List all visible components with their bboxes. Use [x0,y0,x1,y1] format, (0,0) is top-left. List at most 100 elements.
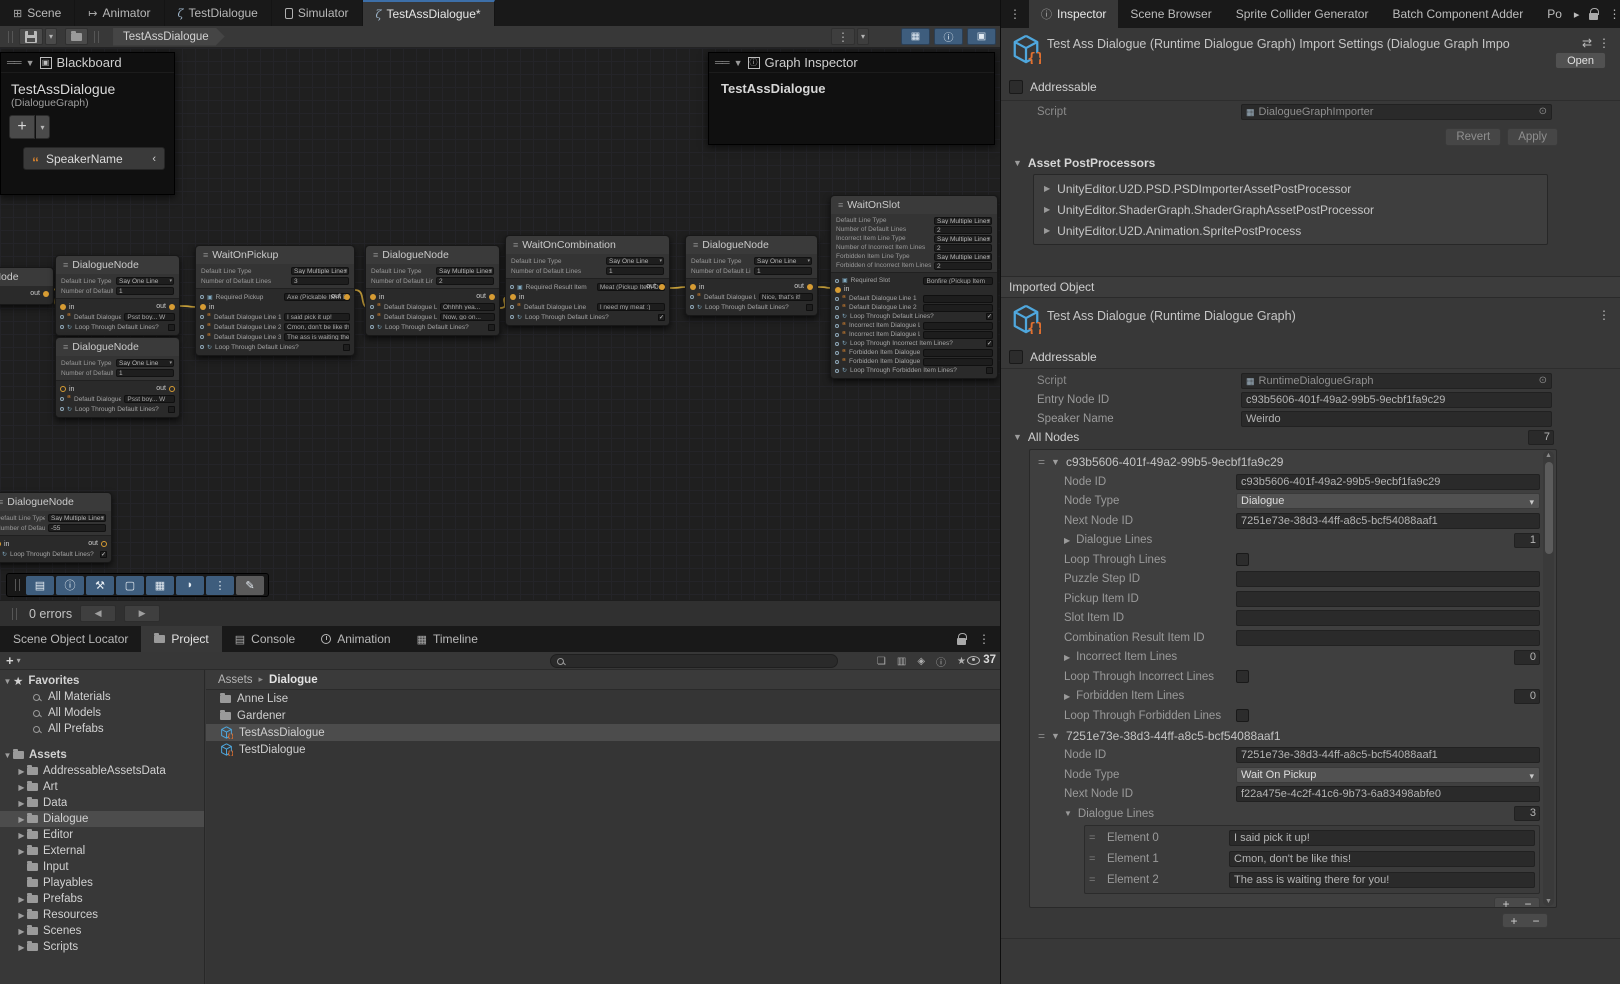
tree-folder-dialogue[interactable]: ▶Dialogue [0,811,204,827]
file-row-testassdialogue[interactable]: {}TestAssDialogue [206,724,1000,741]
drag-handle-icon[interactable]: = [1089,853,1103,865]
line-field[interactable] [923,331,993,339]
previous-error-button[interactable]: ◀ [80,605,116,622]
property-input[interactable]: -55 [48,524,106,532]
port-icon[interactable] [690,295,694,299]
foldout-arrow-icon[interactable]: ▶ [1064,536,1070,545]
tree-folder-input[interactable]: Input [0,859,204,875]
toolbar-drag-handle[interactable] [8,31,13,43]
property-dropdown[interactable]: Say Multiple Lines [48,514,106,522]
inspector-tab-sprite-collider-generator[interactable]: Sprite Collider Generator [1224,0,1381,28]
graph-options-caret[interactable]: ▾ [857,28,869,45]
tree-arrow-icon[interactable]: ▶ [16,767,27,776]
node-title-bar[interactable]: ≡DialogueNode [56,256,179,274]
line-field[interactable] [923,349,993,357]
tab-project[interactable]: Project [141,626,221,652]
port-icon[interactable] [835,342,839,346]
editor-tab-testassdialogue[interactable]: ζTestAssDialogue* [363,0,495,26]
tab-timeline[interactable]: ▦Timeline [404,626,491,652]
graph-toolbar-button-info-icon[interactable]: ⓘ [56,576,84,595]
input-port[interactable] [690,284,696,290]
row-field[interactable] [1236,571,1540,587]
output-port[interactable]: out [88,540,107,547]
blackboard-panel[interactable]: ══ ▼ ▣ Blackboard TestAssDialogue (Dialo… [0,52,175,195]
toggle-minimap-button[interactable]: ▦ [901,28,930,45]
row-field[interactable]: 7251e73e-38d3-44ff-a8c5-bcf54088aaf1 [1236,513,1540,529]
search-by-label-icon[interactable]: ▥ [897,656,906,667]
foldout-arrow-icon[interactable]: ▼ [1064,809,1072,818]
port-icon[interactable] [510,315,514,319]
property-input[interactable]: 3 [291,277,349,285]
array-count-field[interactable]: 0 [1514,650,1540,665]
tree-favorites-root[interactable]: ▼★Favorites [0,673,204,689]
node-checkbox[interactable] [168,406,175,413]
tree-folder-prefabs[interactable]: ▶Prefabs [0,891,204,907]
file-row-testdialogue[interactable]: {}TestDialogue [206,741,1000,758]
tree-arrow-icon[interactable]: ▶ [16,831,27,840]
postprocessor-item[interactable]: ▶UnityEditor.U2D.PSD.PSDImporterAssetPos… [1034,178,1547,199]
breadcrumb-current[interactable]: Dialogue [269,674,318,686]
tree-arrow-icon[interactable]: ▼ [2,751,13,760]
node-title-bar[interactable]: ≡DialogueNode [366,246,499,264]
tree-arrow-icon[interactable]: ▶ [16,927,27,936]
output-port[interactable]: out [476,293,495,300]
object-picker-icon[interactable]: ⊙ [1539,374,1547,388]
toolbar-drag-handle[interactable] [15,579,20,591]
row-dropdown[interactable]: Wait On Pickup [1236,767,1540,783]
property-dropdown[interactable]: Say One Line [606,257,664,265]
create-asset-caret[interactable]: ▾ [17,656,21,665]
graph-canvas[interactable]: ≡StartNodeout≡DialogueNodeDefault Line T… [0,48,1000,600]
foldout-arrow-icon[interactable]: ▼ [1051,731,1060,741]
asset-postprocessors-foldout[interactable]: ▼ Asset PostProcessors [1001,154,1620,172]
property-dropdown[interactable]: Say One Line [116,359,174,367]
graph-node-dialoguenode-5[interactable]: ≡DialogueNodeDefault Line TypeSay One Li… [685,235,818,316]
line-field[interactable] [923,322,993,330]
property-input[interactable]: 2 [934,226,992,234]
line-field[interactable]: Psst boy... W [124,395,175,403]
tree-arrow-icon[interactable]: ▶ [16,895,27,904]
expand-chevron-icon[interactable]: ‹ [152,153,156,165]
node-section-header[interactable]: =▼7251e73e-38d3-44ff-a8c5-bcf54088aaf1 [1030,726,1556,746]
drag-handle-icon[interactable]: = [1089,874,1103,886]
property-dropdown[interactable]: Say One Line [116,277,174,285]
editor-tab-scene[interactable]: ⊞Scene [0,0,75,26]
open-button[interactable]: Open [1555,52,1606,69]
property-dropdown[interactable]: Say Multiple Lines [291,267,349,275]
graph-toolbar-button-pen-icon[interactable]: ✎ [236,576,264,595]
node-title-bar[interactable]: ≡DialogueNode [0,493,111,511]
port-icon[interactable] [60,407,64,411]
save-dropdown-button[interactable]: ▾ [45,28,57,45]
port-icon[interactable] [510,305,514,309]
row-field[interactable] [1236,610,1540,626]
tree-arrow-icon[interactable]: ▶ [16,783,27,792]
array-count-field[interactable]: 0 [1514,689,1540,704]
property-dropdown[interactable]: Say Multiple Lines [934,217,992,225]
blackboard-field-speakername[interactable]: “ SpeakerName ‹ [23,147,165,170]
blackboard-header[interactable]: ══ ▼ ▣ Blackboard [1,53,174,73]
property-dropdown[interactable]: Say Multiple Lines [934,235,992,243]
drag-handle-icon[interactable]: = [1038,455,1045,469]
property-dropdown[interactable]: Say Multiple Lines [436,267,494,275]
remove-element-button[interactable]: − [1517,898,1539,909]
remove-element-button[interactable]: − [1525,914,1547,927]
tree-arrow-icon[interactable]: ▶ [16,943,27,952]
tree-favorite-all-materials[interactable]: All Materials [0,689,204,705]
port-icon[interactable] [835,297,839,301]
add-variable-button[interactable]: + [9,115,35,139]
tree-folder-scenes[interactable]: ▶Scenes [0,923,204,939]
foldout-arrow-icon[interactable]: ▶ [1064,692,1070,701]
postprocessor-item[interactable]: ▶UnityEditor.ShaderGraph.ShaderGraphAsse… [1034,199,1547,220]
property-input[interactable]: 2 [934,262,992,270]
project-search-input[interactable] [550,654,838,668]
property-input[interactable]: 1 [606,267,664,275]
editor-tab-simulator[interactable]: Simulator [272,0,363,26]
output-port[interactable]: out [30,290,49,297]
tree-folder-external[interactable]: ▶External [0,843,204,859]
port-icon[interactable] [370,325,374,329]
port-icon[interactable] [835,324,839,328]
graph-inspector-header[interactable]: ══ ▼ ⓘ Graph Inspector [709,53,994,73]
node-title-bar[interactable]: ≡WaitOnPickup [196,246,354,264]
output-port[interactable]: out [646,283,665,290]
node-checkbox[interactable] [168,324,175,331]
tab-console[interactable]: ▤Console [222,626,308,652]
